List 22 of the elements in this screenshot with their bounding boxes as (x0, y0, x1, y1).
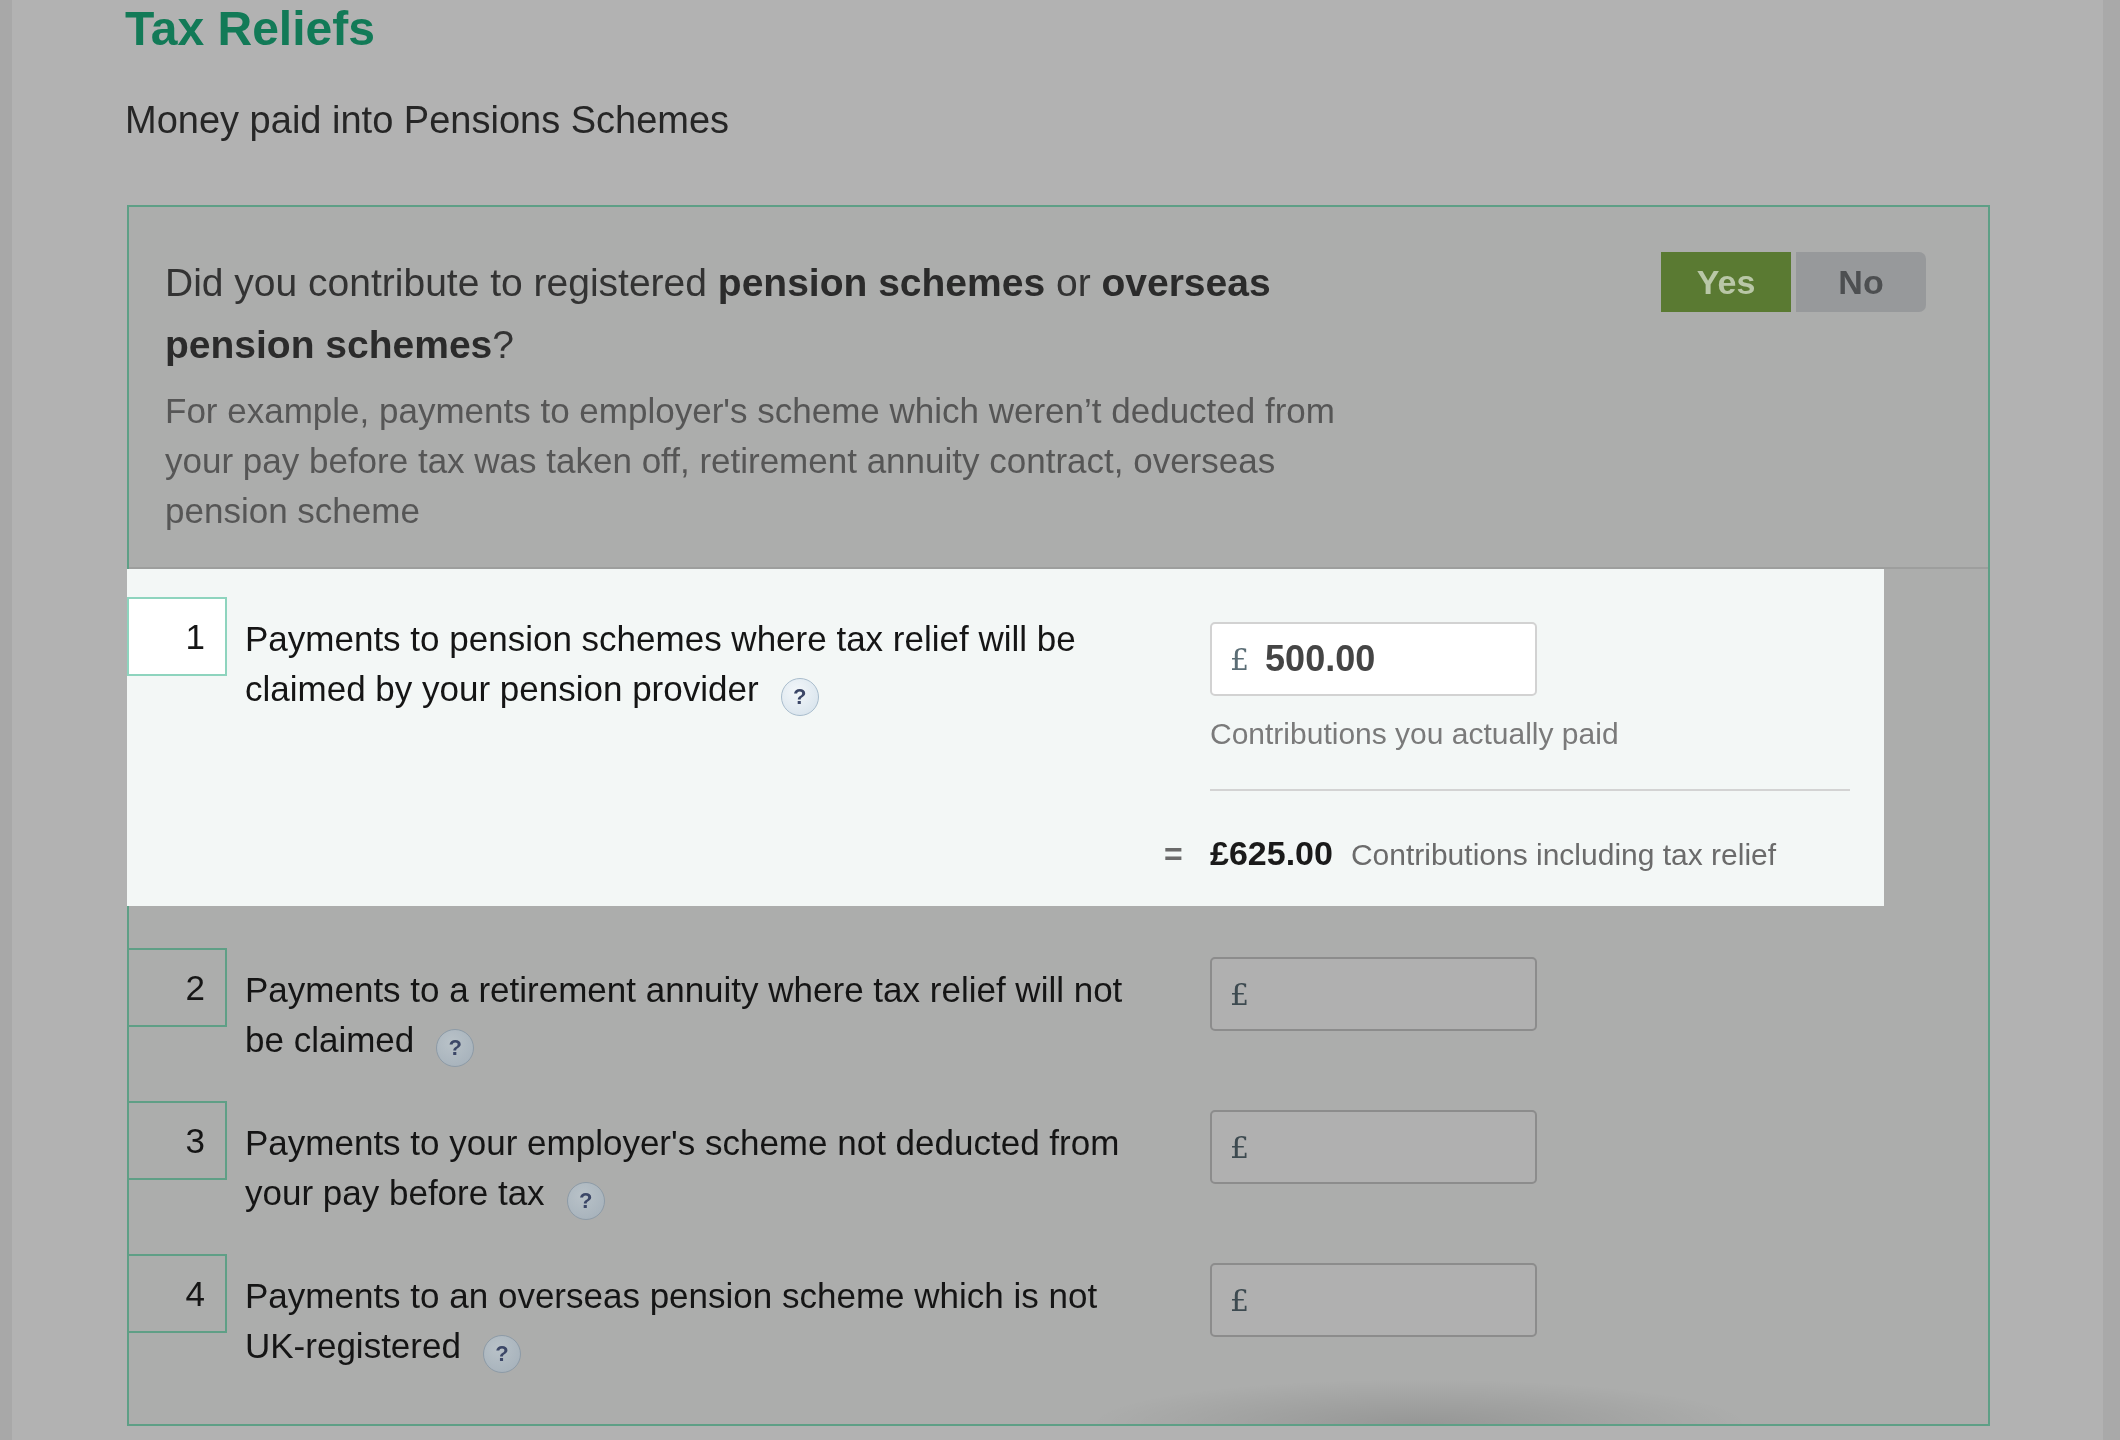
amount-field[interactable]: £ (1210, 1263, 1537, 1337)
section-subtitle: Money paid into Pensions Schemes (125, 98, 730, 143)
amount-field[interactable]: £ (1210, 1110, 1537, 1184)
hint-text: For example, payments to employer's scheme which weren’t deducted from your pay before tax was taken off, retirement annuity contract, overseas pension scheme (165, 390, 1336, 532)
toggle-button[interactable]: Yes (1661, 252, 1791, 312)
question-text: Did you contribute to registered pension schemes or overseas pension schemes? (165, 260, 1272, 368)
field-caption: Contributions you actually paid (1210, 716, 1619, 752)
amount-field[interactable]: £ (1210, 957, 1537, 1031)
question-number: 3 (127, 1101, 227, 1180)
question-number: 2 (127, 948, 227, 1027)
total-caption: Contributions including tax relief (1350, 838, 1777, 872)
question-label: Payments to pension schemes where tax relief will be claimed by your pension provider ? (245, 614, 1142, 716)
amount-field[interactable]: £ 500.00 (1210, 622, 1537, 696)
page-title: Tax Reliefs (125, 1, 375, 57)
equals-sign: = (1164, 836, 1184, 873)
question-label: Payments to a retirement annuity where tax relief will not be claimed ? (245, 965, 1142, 1067)
toggle-button[interactable]: No (1796, 252, 1926, 312)
total-amount: £625.00 (1210, 833, 1333, 873)
question-label: Payments to your employer's scheme not deducted from your pay before tax ? (245, 1118, 1142, 1220)
question-number: 4 (127, 1254, 227, 1333)
question-label: Payments to an overseas pension scheme which is not UK-registered ? (245, 1271, 1142, 1373)
question-number: 1 (127, 597, 227, 676)
